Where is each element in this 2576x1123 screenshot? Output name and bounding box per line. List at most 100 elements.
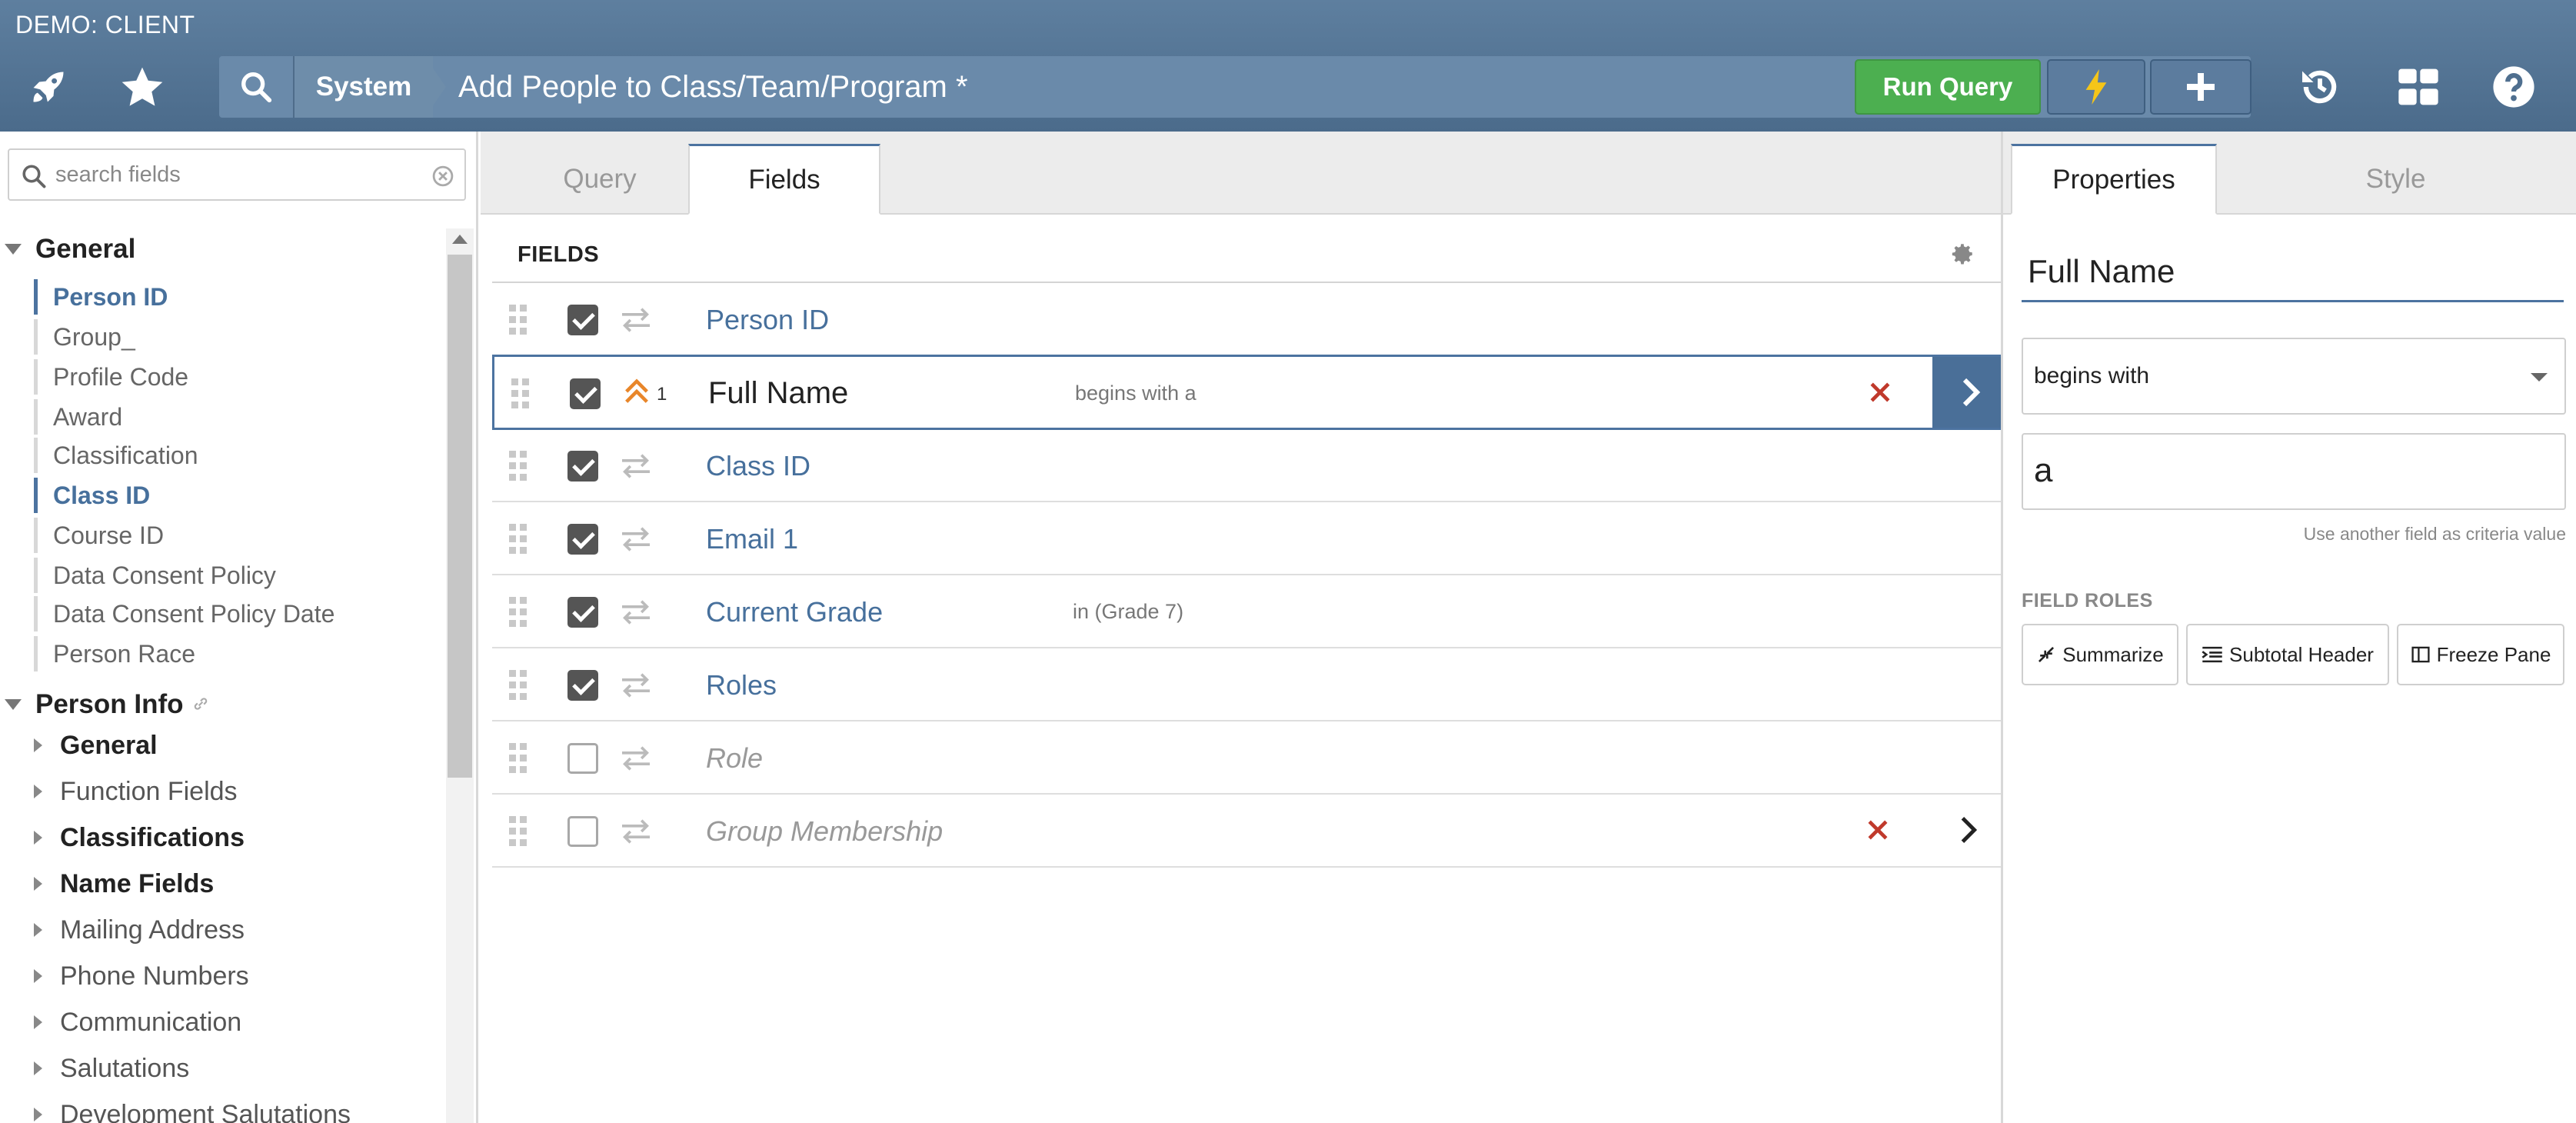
swap-icon[interactable] bbox=[619, 306, 653, 338]
star-icon[interactable] bbox=[117, 62, 168, 112]
field-item-course-id[interactable]: Course ID bbox=[34, 518, 164, 553]
drag-handle-icon[interactable] bbox=[509, 597, 528, 628]
caret-right-icon[interactable] bbox=[34, 923, 42, 937]
dashboard-grid-icon[interactable] bbox=[2393, 62, 2444, 112]
freeze-pane-button[interactable]: Freeze Pane bbox=[2397, 624, 2564, 685]
field-name[interactable]: Person ID bbox=[706, 283, 829, 356]
field-name[interactable]: Current Grade bbox=[706, 575, 883, 648]
scrollbar-thumb[interactable] bbox=[448, 255, 472, 778]
drag-handle-icon[interactable] bbox=[509, 816, 528, 847]
swap-icon[interactable] bbox=[619, 745, 653, 776]
open-field-properties-button[interactable] bbox=[1930, 795, 2007, 865]
field-item-group[interactable]: Group_ bbox=[34, 319, 135, 355]
field-display-name-input[interactable]: Full Name bbox=[2022, 244, 2564, 302]
tab-style[interactable]: Style bbox=[2225, 144, 2567, 215]
field-item-classification[interactable]: Classification bbox=[34, 438, 198, 473]
tree-subgroup-salutations[interactable]: Salutations bbox=[60, 1049, 189, 1088]
field-name[interactable]: Role bbox=[706, 721, 763, 795]
field-row-role[interactable]: Role bbox=[492, 721, 2007, 795]
gear-icon[interactable] bbox=[1949, 241, 1975, 271]
field-item-class-id[interactable]: Class ID bbox=[34, 478, 150, 513]
tree-subgroup-general[interactable]: General bbox=[60, 726, 158, 765]
field-checkbox[interactable] bbox=[567, 305, 598, 335]
remove-criteria-icon[interactable] bbox=[1864, 816, 1892, 848]
field-item-person-id[interactable]: Person ID bbox=[34, 279, 168, 315]
caret-right-icon[interactable] bbox=[34, 831, 42, 845]
plus-icon[interactable] bbox=[2150, 59, 2252, 115]
tree-subgroup-classifications[interactable]: Classifications bbox=[60, 818, 245, 857]
caret-right-icon[interactable] bbox=[34, 877, 42, 891]
drag-handle-icon[interactable] bbox=[511, 378, 530, 409]
field-name[interactable]: Class ID bbox=[706, 429, 810, 502]
field-row-class-id[interactable]: Class ID bbox=[492, 429, 2007, 502]
field-name[interactable]: Group Membership bbox=[706, 795, 943, 868]
sort-indicator[interactable]: 1 bbox=[621, 377, 667, 412]
swap-icon[interactable] bbox=[619, 598, 653, 630]
field-checkbox[interactable] bbox=[570, 378, 601, 409]
drag-handle-icon[interactable] bbox=[509, 743, 528, 774]
subtotal-header-button[interactable]: Subtotal Header bbox=[2186, 624, 2389, 685]
field-row-email-1[interactable]: Email 1 bbox=[492, 502, 2007, 575]
drag-handle-icon[interactable] bbox=[509, 451, 528, 482]
tree-subgroup-mailing-address[interactable]: Mailing Address bbox=[60, 911, 245, 949]
tree-group-general[interactable]: General bbox=[0, 230, 135, 268]
field-row-roles[interactable]: Roles bbox=[492, 648, 2007, 721]
swap-icon[interactable] bbox=[619, 452, 653, 484]
tab-properties[interactable]: Properties bbox=[2011, 144, 2217, 215]
caret-right-icon[interactable] bbox=[34, 969, 42, 983]
tree-subgroup-phone-numbers[interactable]: Phone Numbers bbox=[60, 957, 249, 995]
field-checkbox[interactable] bbox=[567, 670, 598, 701]
field-name[interactable]: Roles bbox=[706, 648, 777, 721]
drag-handle-icon[interactable] bbox=[509, 670, 528, 701]
drag-handle-icon[interactable] bbox=[509, 305, 528, 335]
field-item-person-race[interactable]: Person Race bbox=[34, 636, 195, 671]
tree-group-person-info[interactable]: Person Info bbox=[0, 685, 210, 724]
drag-handle-icon[interactable] bbox=[509, 524, 528, 555]
field-name[interactable]: Email 1 bbox=[706, 502, 798, 575]
search-input[interactable] bbox=[55, 156, 424, 193]
field-item-award[interactable]: Award bbox=[34, 399, 122, 435]
breadcrumb-root[interactable]: System bbox=[295, 56, 433, 118]
tab-query[interactable]: Query bbox=[496, 144, 704, 215]
use-another-field-link[interactable]: Use another field as criteria value bbox=[2022, 524, 2566, 545]
field-row-current-grade[interactable]: Current Grade in (Grade 7) bbox=[492, 575, 2007, 648]
caret-right-icon[interactable] bbox=[34, 738, 42, 752]
field-row-group-membership[interactable]: Group Membership bbox=[492, 795, 2007, 868]
field-row-full-name[interactable]: 1 Full Name begins with a bbox=[492, 355, 2009, 430]
caret-right-icon[interactable] bbox=[34, 785, 42, 798]
swap-icon[interactable] bbox=[619, 525, 653, 557]
field-checkbox[interactable] bbox=[567, 743, 598, 774]
search-icon[interactable] bbox=[219, 56, 295, 118]
caret-right-icon[interactable] bbox=[34, 1061, 42, 1075]
field-checkbox[interactable] bbox=[567, 597, 598, 628]
tree-subgroup-development-salutations[interactable]: Development Salutations bbox=[60, 1095, 351, 1123]
field-checkbox[interactable] bbox=[567, 816, 598, 847]
history-icon[interactable] bbox=[2295, 62, 2345, 112]
tab-fields[interactable]: Fields bbox=[688, 144, 880, 215]
criteria-value-input[interactable]: a bbox=[2022, 433, 2566, 510]
criteria-operator-select[interactable]: begins with bbox=[2022, 338, 2566, 415]
tree-subgroup-name-fields[interactable]: Name Fields bbox=[60, 865, 214, 903]
scroll-up-arrow-icon[interactable] bbox=[452, 235, 468, 244]
open-field-properties-button[interactable] bbox=[1932, 357, 2009, 428]
swap-icon[interactable] bbox=[619, 671, 653, 703]
page-title[interactable]: Add People to Class/Team/Program * bbox=[458, 62, 968, 112]
remove-criteria-icon[interactable] bbox=[1866, 378, 1894, 410]
field-row-person-id[interactable]: Person ID bbox=[492, 283, 2007, 356]
field-item-profile-code[interactable]: Profile Code bbox=[34, 359, 188, 395]
summarize-button[interactable]: Summarize bbox=[2022, 624, 2178, 685]
caret-right-icon[interactable] bbox=[34, 1108, 42, 1121]
bolt-icon[interactable] bbox=[2047, 59, 2145, 115]
tree-subgroup-communication[interactable]: Communication bbox=[60, 1003, 241, 1041]
swap-icon[interactable] bbox=[619, 818, 653, 849]
field-item-data-consent-policy[interactable]: Data Consent Policy bbox=[34, 558, 276, 593]
run-query-button[interactable]: Run Query bbox=[1855, 59, 2041, 115]
caret-right-icon[interactable] bbox=[34, 1015, 42, 1029]
field-checkbox[interactable] bbox=[567, 524, 598, 555]
tree-subgroup-function-fields[interactable]: Function Fields bbox=[60, 772, 238, 811]
search-fields-box[interactable] bbox=[8, 148, 466, 201]
help-icon[interactable] bbox=[2488, 62, 2539, 112]
field-item-data-consent-policy-date[interactable]: Data Consent Policy Date bbox=[34, 596, 334, 631]
rocket-icon[interactable] bbox=[23, 62, 74, 112]
field-name[interactable]: Full Name bbox=[708, 357, 848, 430]
